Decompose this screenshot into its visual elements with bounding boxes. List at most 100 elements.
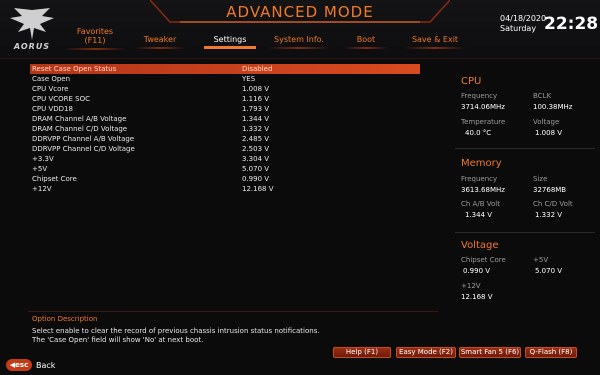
voltage-chipset-label: Chipset Core (461, 256, 506, 264)
logo-text: AORUS (13, 42, 51, 51)
list-item-label: Reset Case Open Status (32, 65, 117, 73)
esc-key-label: esc (15, 361, 29, 369)
cpu-voltage-value: 1.008 V (535, 129, 563, 137)
memory-size-label: Size (533, 175, 548, 183)
voltage-chipset-value: 0.990 V (463, 267, 491, 275)
tab-active-underline (204, 46, 256, 49)
memory-chab-label: Ch A/B Volt (461, 200, 500, 208)
tab-underline (134, 47, 186, 49)
back-label: Back (36, 361, 56, 370)
smart-fan-button[interactable]: Smart Fan 5 (F6) (459, 347, 521, 358)
memory-chab-value: 1.344 V (465, 211, 493, 219)
voltage-title: Voltage (461, 240, 499, 251)
list-item-label: DDRVPP Channel C/D Voltage (32, 145, 135, 153)
memory-panel: Memory Frequency Size 3613.68MHz 32768MB… (455, 154, 595, 230)
panel-divider (455, 232, 595, 233)
voltage-5v-label: +5V (533, 256, 549, 264)
list-item-label: CPU VCORE SOC (32, 95, 90, 103)
voltage-panel: Voltage Chipset Core +5V 0.990 V 5.070 V… (455, 236, 595, 306)
list-item-label: Case Open (32, 75, 71, 83)
list-item-label: +5V (32, 165, 48, 173)
cpu-voltage-label: Voltage (533, 118, 560, 126)
header: AORUS ADVANCED MODE Favorites (F11) Twea… (0, 0, 600, 60)
mode-bar: ADVANCED MODE (150, 0, 450, 24)
list-item-label: DDRVPP Channel A/B Voltage (32, 135, 135, 143)
tab-settings[interactable]: Settings (204, 35, 256, 49)
time-text: 22:28 (544, 14, 599, 34)
tab-bar: Favorites (F11) Tweaker Settings System … (60, 25, 480, 55)
list-item-value: 1.793 V (242, 105, 270, 113)
option-description-title: Option Description (32, 315, 98, 323)
tab-underline (268, 47, 330, 49)
tab-underline (64, 48, 126, 50)
list-item-label: +3.3V (32, 155, 54, 163)
memory-frequency-value: 3613.68MHz (461, 186, 505, 194)
list-item: +3.3V 3.304 V (30, 154, 420, 164)
list-item-value: 2.503 V (242, 145, 270, 153)
memory-chcd-value: 1.332 V (535, 211, 563, 219)
tab-system-info-label: System Info. (274, 35, 324, 44)
tab-underline (404, 47, 466, 49)
tab-underline (344, 47, 388, 49)
list-item: Case Open YES (30, 74, 420, 84)
cpu-title: CPU (461, 76, 482, 87)
cpu-frequency-value: 3714.06MHz (461, 103, 505, 111)
memory-chcd-label: Ch C/D Volt (533, 200, 573, 208)
mode-title: ADVANCED MODE (226, 3, 374, 21)
tab-favorites[interactable]: Favorites (F11) (64, 27, 126, 50)
esc-key-icon: ◀esc (6, 359, 32, 371)
cpu-temperature-value: 40.0 °C (465, 129, 492, 137)
cpu-bclk-label: BCLK (533, 92, 552, 100)
day-text: Saturday (500, 24, 537, 33)
tab-tweaker[interactable]: Tweaker (134, 35, 186, 49)
list-item-value: 1.116 V (242, 95, 270, 103)
list-item-value: 3.304 V (242, 155, 270, 163)
list-item-reset-case-open[interactable]: Reset Case Open Status Disabled (30, 64, 420, 74)
tab-save-exit[interactable]: Save & Exit (404, 35, 466, 49)
q-flash-button[interactable]: Q-Flash (F8) (525, 347, 577, 358)
list-item-value: 1.344 V (242, 115, 270, 123)
list-item: DDRVPP Channel C/D Voltage 2.503 V (30, 144, 420, 154)
tab-boot[interactable]: Boot (344, 35, 388, 49)
list-item-value: YES (242, 75, 256, 83)
list-item: DRAM Channel C/D Voltage 1.332 V (30, 124, 420, 134)
tab-favorites-label: Favorites (76, 27, 114, 36)
list-item-value: 2.485 V (242, 135, 270, 143)
tab-boot-label: Boot (356, 35, 376, 44)
list-item: CPU VCORE SOC 1.116 V (30, 94, 420, 104)
list-item: DDRVPP Channel A/B Voltage 2.485 V (30, 134, 420, 144)
list-item: +12V 12.168 V (30, 184, 420, 194)
easy-mode-button[interactable]: Easy Mode (F2) (396, 347, 456, 358)
list-item-label: CPU Vcore (32, 85, 69, 93)
list-item: CPU VDD18 1.793 V (30, 104, 420, 114)
list-item-value: 12.168 V (242, 185, 274, 193)
tab-system-info[interactable]: System Info. (268, 35, 330, 49)
list-item-label: DRAM Channel C/D Voltage (32, 125, 128, 133)
help-button[interactable]: Help (F1) (333, 347, 391, 358)
cpu-temperature-label: Temperature (461, 118, 506, 126)
list-item-label: DRAM Channel A/B Voltage (32, 115, 127, 123)
list-item-value: 0.990 V (242, 175, 270, 183)
list-item-label: Chipset Core (32, 175, 77, 183)
list-item-value: Disabled (242, 65, 273, 73)
option-description: Option Description Select enable to clea… (28, 311, 438, 349)
voltage-12v-value: 12.168 V (461, 293, 493, 301)
voltage-5v-value: 5.070 V (535, 267, 563, 275)
tab-favorites-key: (F11) (84, 36, 106, 45)
panel-divider (455, 148, 595, 149)
list-item-value: 5.070 V (242, 165, 270, 173)
list-item-value: 1.332 V (242, 125, 270, 133)
cpu-bclk-value: 100.38MHz (533, 103, 573, 111)
list-item: Chipset Core 0.990 V (30, 174, 420, 184)
list-item-value: 1.008 V (242, 85, 270, 93)
list-item-label: CPU VDD18 (32, 105, 73, 113)
list-item: CPU Vcore 1.008 V (30, 84, 420, 94)
voltage-12v-label: +12V (461, 282, 481, 290)
list-item-label: +12V (32, 185, 52, 193)
cpu-panel: CPU Frequency BCLK 3714.06MHz 100.38MHz … (455, 72, 595, 142)
list-item: +5V 5.070 V (30, 164, 420, 174)
list-item: DRAM Channel A/B Voltage 1.344 V (30, 114, 420, 124)
memory-title: Memory (461, 158, 502, 169)
option-description-text: Select enable to clear the record of pre… (32, 327, 320, 344)
memory-size-value: 32768MB (533, 186, 567, 194)
